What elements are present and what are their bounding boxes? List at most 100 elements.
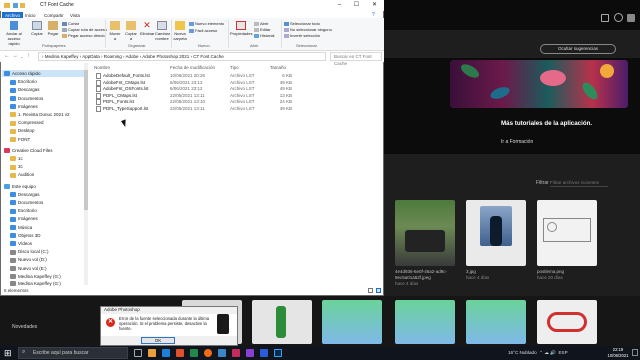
filter-input[interactable]: Filtrar archivos recientes (550, 180, 608, 187)
file-explorer-taskbar-icon[interactable] (148, 349, 156, 357)
paste-shortcut-button[interactable]: Pegar acceso directo (62, 33, 106, 38)
file-size[interactable]: 49 KB (270, 106, 292, 113)
recent-locations-icon[interactable]: ⌄ (20, 53, 23, 60)
sidebar-item[interactable]: Medina Kapeffey (G:) (10, 273, 61, 280)
file-size[interactable]: 6 KB (270, 73, 292, 80)
new-item-button[interactable]: Nuevo elemento (189, 21, 224, 26)
select-all-button[interactable]: Seleccionar todo (284, 21, 320, 26)
ok-button[interactable]: OK (141, 337, 175, 344)
word-taskbar-icon[interactable] (260, 349, 268, 357)
maximize-button[interactable]: ☐ (350, 0, 363, 11)
file-name[interactable]: PDFL_TypeSupport.lst (96, 106, 148, 113)
column-size[interactable]: Tamaño (270, 65, 286, 70)
sidebar-item[interactable]: Audition (10, 171, 34, 178)
file-type[interactable]: Archivo LST (230, 106, 255, 113)
sidebar-item[interactable]: Creative Cloud Files (4, 147, 53, 154)
open-button[interactable]: Abrir (254, 21, 268, 26)
photoshop-taskbar-icon[interactable] (274, 349, 282, 357)
sidebar-item[interactable]: Documentos (10, 199, 43, 206)
new-folder-button[interactable]: Nueva carpeta (173, 21, 187, 41)
delete-button[interactable]: ✕ Eliminar (140, 21, 154, 37)
sidebar-item[interactable]: Descargas (10, 191, 40, 198)
new-folder-icon[interactable] (20, 3, 25, 8)
weather-status[interactable]: 16°C Nublado ⌃ ☁ 🔊 ESP (508, 347, 568, 359)
sidebar-item[interactable]: Música (10, 224, 32, 231)
column-name[interactable]: Nombre (94, 65, 110, 70)
news-thumbnail[interactable] (395, 300, 455, 344)
file-type[interactable]: Archivo LST (230, 86, 255, 93)
sidebar-item[interactable]: 1. Revista Donuc 2021 v2 (10, 111, 70, 118)
file-size[interactable]: 49 KB (270, 80, 292, 87)
sidebar-item[interactable]: Desktop (10, 127, 35, 134)
file-type[interactable]: Archivo LST (230, 99, 255, 106)
hide-tips-button[interactable]: Ocultar sugerencias (540, 44, 616, 54)
invert-selection-button[interactable]: Invertir selección (284, 33, 320, 38)
recent-file-thumbnail[interactable] (395, 200, 455, 266)
recent-file-thumbnail[interactable] (537, 200, 597, 266)
file-type[interactable]: Archivo LST (230, 80, 255, 87)
edit-button[interactable]: Editar (254, 27, 270, 32)
sidebar-item[interactable]: 1c (10, 155, 23, 162)
file-size[interactable]: 13 KB (270, 93, 292, 100)
copy-to-button[interactable]: Copiar a (124, 21, 138, 41)
news-thumbnail[interactable] (466, 300, 526, 344)
office-taskbar-icon[interactable] (176, 349, 184, 357)
brave-taskbar-icon[interactable] (204, 349, 212, 357)
sidebar-item[interactable]: Escritorio (10, 78, 37, 85)
copy-button[interactable]: Copiar (30, 21, 44, 36)
minimize-button[interactable]: – (333, 0, 346, 11)
tiles-view-icon[interactable] (376, 288, 381, 293)
rename-button[interactable]: Cambiar nombre (155, 21, 170, 41)
training-link[interactable]: Ir a Formación (501, 139, 533, 145)
search-input[interactable]: Buscar en CT Font Cache (330, 52, 382, 66)
column-date[interactable]: Fecha de modificación (170, 65, 215, 70)
address-bar[interactable]: › Medina Kapeffey › AppData › Roaming › … (38, 52, 326, 61)
news-thumbnail[interactable] (537, 300, 597, 344)
up-icon[interactable]: ↑ (27, 53, 30, 60)
cut-button[interactable]: Cortar (62, 21, 79, 26)
chrome-taskbar-icon[interactable] (218, 349, 226, 357)
sidebar-item[interactable]: Vídeos (10, 240, 32, 247)
apps-icon[interactable] (627, 14, 635, 22)
file-date[interactable]: 22/05/2021 13:10 (170, 99, 205, 106)
properties-icon[interactable] (13, 3, 18, 8)
column-type[interactable]: Tipo (230, 65, 239, 70)
move-to-button[interactable]: Mover a (108, 21, 122, 41)
sidebar-item[interactable]: Imágenes (10, 215, 38, 222)
mail-taskbar-icon[interactable] (162, 349, 170, 357)
sidebar-item[interactable]: Descargas (10, 86, 40, 93)
sidebar-item[interactable]: Este equipo (4, 183, 36, 190)
file-date[interactable]: 22/05/2021 13:11 (170, 93, 205, 100)
notification-icon[interactable] (614, 13, 623, 22)
notification-center-icon[interactable] (632, 349, 638, 356)
windows-start-icon[interactable]: ⊞ (4, 348, 14, 358)
select-none-button[interactable]: No seleccionar ninguno (284, 27, 332, 32)
close-button[interactable]: ✕ (368, 0, 381, 11)
properties-button[interactable]: Propiedades (230, 21, 252, 36)
taskbar-search-input[interactable]: Escribe aquí para buscar (18, 347, 128, 359)
file-date[interactable]: 6/06/2021 23:12 (170, 80, 203, 87)
details-view-icon[interactable] (368, 288, 373, 293)
sidebar-item-quick-access[interactable]: Acceso rápido (2, 70, 84, 77)
file-date[interactable]: 10/06/2021 20:26 (170, 73, 205, 80)
easy-access-button[interactable]: Fácil acceso (189, 28, 217, 33)
file-size[interactable]: 24 KB (270, 99, 292, 106)
sidebar-item[interactable]: Documentos (10, 95, 43, 102)
file-date[interactable]: 22/05/2021 13:11 (170, 106, 205, 113)
back-icon[interactable]: ← (4, 53, 10, 60)
paste-button[interactable]: Pegar (46, 21, 60, 36)
forward-icon[interactable]: → (12, 53, 18, 60)
clock[interactable]: 22:19 10/06/2021 (600, 347, 636, 358)
search-icon[interactable] (601, 14, 609, 22)
task-view-icon[interactable] (134, 349, 142, 357)
sidebar-item[interactable]: Disco local (C:) (10, 248, 49, 255)
file-type[interactable]: Archivo LST (230, 93, 255, 100)
language-indicator[interactable]: ESP (558, 350, 567, 355)
sidebar-item[interactable]: Compressed (10, 119, 44, 126)
file-date[interactable]: 6/06/2021 23:12 (170, 86, 203, 93)
nav-scrollbar-thumb[interactable] (84, 70, 88, 210)
sidebar-item[interactable]: FONT (10, 136, 30, 143)
sidebar-item[interactable]: Nuevo vol (D:) (10, 256, 47, 263)
news-thumbnail[interactable] (252, 300, 312, 344)
file-type[interactable]: Archivo LST (230, 73, 255, 80)
